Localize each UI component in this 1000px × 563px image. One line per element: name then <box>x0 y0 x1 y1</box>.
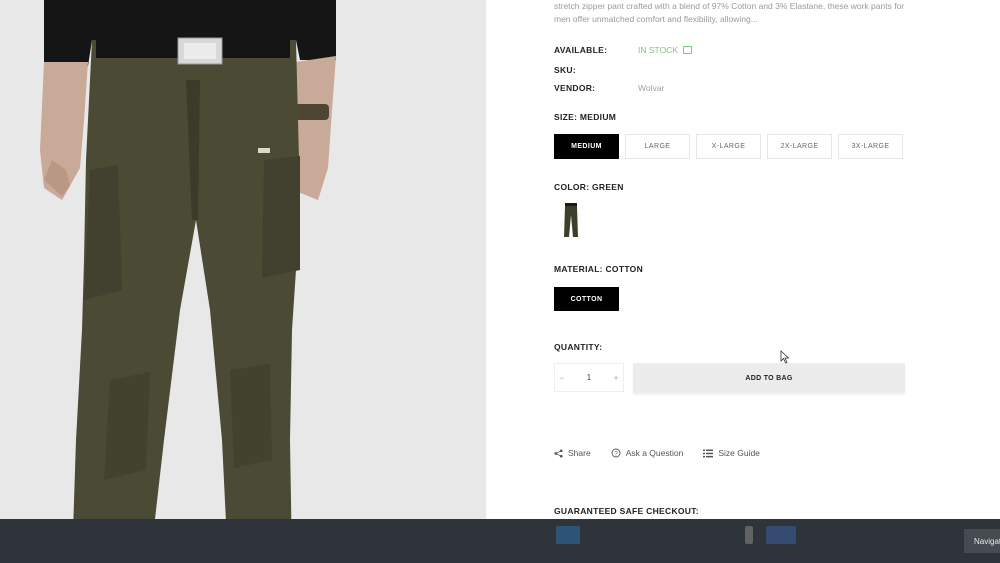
question-circle-icon: ? <box>611 448 621 458</box>
material-label: MATERIAL: COTTON <box>554 264 644 274</box>
quantity-stepper: − 1 + <box>554 363 624 392</box>
share-label: Share <box>568 448 591 458</box>
ask-question-label: Ask a Question <box>625 448 684 458</box>
add-to-bag-button[interactable]: ADD TO BAG <box>633 363 905 393</box>
product-details-panel: stretch zipper pant crafted with a blend… <box>486 0 1000 563</box>
product-image <box>0 0 486 563</box>
cargo-pants-illustration <box>0 0 486 563</box>
pants-thumbnail-icon <box>564 203 578 237</box>
payment-card-icon <box>556 526 580 544</box>
safe-checkout-label: GUARANTEED SAFE CHECKOUT: <box>554 506 699 516</box>
payment-card-icon-2 <box>766 526 796 544</box>
quantity-label: QUANTITY: <box>554 342 603 352</box>
quantity-increase-button[interactable]: + <box>609 364 623 391</box>
vendor-label: VENDOR: <box>554 83 596 93</box>
list-icon <box>703 449 714 457</box>
share-link[interactable]: Share <box>554 448 591 458</box>
material-option-cotton[interactable]: COTTON <box>554 287 619 311</box>
mouse-cursor-icon <box>780 350 790 364</box>
product-actions: Share ? Ask a Question Size Guide <box>554 448 760 458</box>
vendor-value: Wolvar <box>638 83 665 93</box>
size-guide-label: Size Guide <box>718 448 760 458</box>
product-description: stretch zipper pant crafted with a blend… <box>554 1 905 24</box>
payment-small-icon <box>745 526 753 544</box>
sku-label: SKU: <box>554 65 576 75</box>
share-icon <box>554 448 563 458</box>
in-stock-text: IN STOCK <box>638 45 678 55</box>
ask-question-link[interactable]: ? Ask a Question <box>611 448 684 458</box>
color-swatch-green[interactable] <box>554 200 588 240</box>
color-label: COLOR: GREEN <box>554 182 624 192</box>
stock-status: IN STOCK <box>638 45 692 55</box>
size-option-large[interactable]: LARGE <box>625 134 690 159</box>
bottom-overlay-bar <box>0 519 1000 563</box>
size-options: MEDIUM LARGE X-LARGE 2X-LARGE 3X-LARGE <box>554 134 903 159</box>
size-option-3x-large[interactable]: 3X-LARGE <box>838 134 903 159</box>
quantity-input[interactable]: 1 <box>569 373 609 382</box>
available-label: AVAILABLE: <box>554 45 608 55</box>
navigation-button[interactable]: Navigation <box>964 529 1000 553</box>
quantity-decrease-button[interactable]: − <box>555 364 569 391</box>
size-option-2x-large[interactable]: 2X-LARGE <box>767 134 832 159</box>
stock-check-icon <box>683 46 692 54</box>
size-option-x-large[interactable]: X-LARGE <box>696 134 761 159</box>
size-label: SIZE: MEDIUM <box>554 112 617 122</box>
size-guide-link[interactable]: Size Guide <box>703 448 760 458</box>
size-option-medium[interactable]: MEDIUM <box>554 134 619 159</box>
